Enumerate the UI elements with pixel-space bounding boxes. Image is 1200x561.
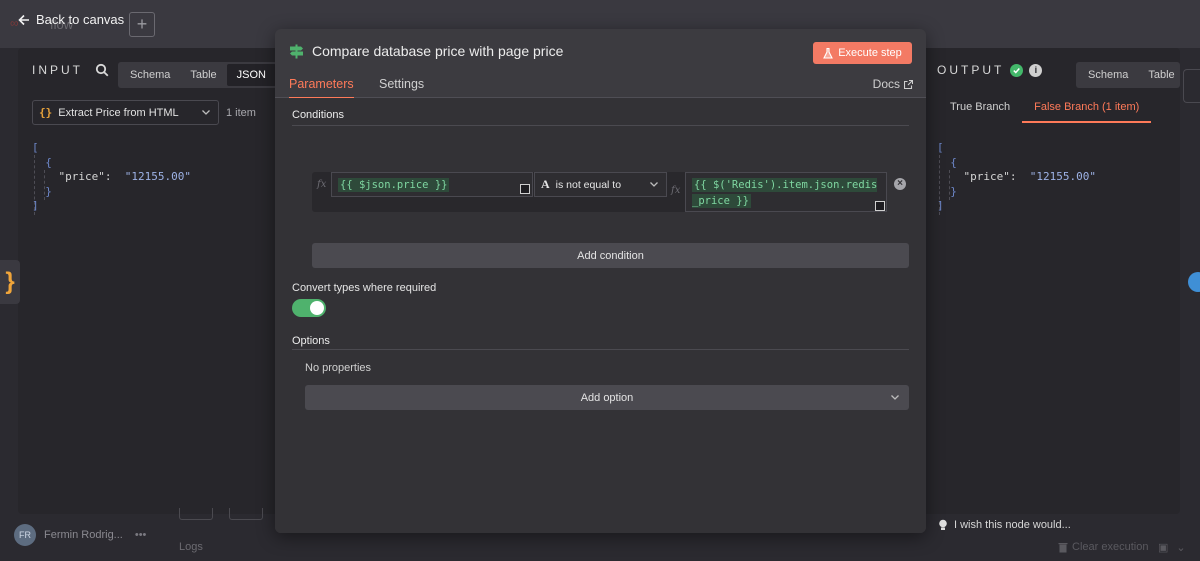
zoom-in-button[interactable] xyxy=(229,508,263,520)
tab-json[interactable]: JSON xyxy=(226,64,276,86)
output-view-switch: Schema Table xyxy=(1076,62,1180,88)
json-key: "price": xyxy=(58,170,112,183)
input-view-switch: Schema Table JSON xyxy=(118,62,278,88)
clear-execution-label: Clear execution xyxy=(1072,541,1149,553)
more-icon[interactable]: ••• xyxy=(135,529,147,541)
node-header: Compare database price with page price xyxy=(289,43,563,59)
lightbulb-icon xyxy=(939,519,947,530)
output-title: OUTPUT xyxy=(937,63,1005,77)
branch-tabs: True Branch False Branch (1 item) xyxy=(938,98,1152,123)
avatar: FR xyxy=(14,524,36,546)
tab-schema[interactable]: Schema xyxy=(120,64,180,86)
clear-execution-button[interactable]: Clear execution xyxy=(1058,541,1148,553)
fx-icon: fx xyxy=(671,185,681,196)
tab-table[interactable]: Table xyxy=(180,64,226,86)
json-value: "12155.00" xyxy=(124,170,191,183)
input-item-count: 1 item xyxy=(226,107,256,119)
chevron-down-icon xyxy=(650,182,658,187)
conditions-title: Conditions xyxy=(292,109,344,121)
no-properties-text: No properties xyxy=(305,362,372,374)
arrow-left-icon xyxy=(18,14,29,25)
output-json-view: [ { "price": "12155.00" } ] xyxy=(937,141,1096,212)
left-value-input[interactable]: {{ $json.price }} xyxy=(331,172,533,197)
info-icon[interactable]: i xyxy=(1029,63,1043,77)
user-name: Fermin Rodrig... xyxy=(44,529,123,541)
back-to-canvas-button[interactable]: Back to canvas xyxy=(18,12,124,27)
right-value-input[interactable]: {{ $('Redis').item.json.redis_price }} xyxy=(685,172,887,212)
next-node-handle[interactable] xyxy=(1183,69,1200,103)
json-key: "price": xyxy=(963,170,1017,183)
tab-schema[interactable]: Schema xyxy=(1078,64,1138,86)
add-option-label: Add option xyxy=(580,391,634,404)
add-condition-button[interactable]: Add condition xyxy=(312,243,909,268)
fx-icon: fx xyxy=(317,179,327,190)
next-node-icon[interactable] xyxy=(1188,272,1200,292)
zoom-to-fit-button[interactable] xyxy=(179,508,213,520)
remove-condition-icon[interactable]: × xyxy=(894,178,906,190)
parameter-tabs: Parameters Settings Docs xyxy=(275,73,926,99)
execute-step-label: Execute step xyxy=(838,47,902,59)
expand-icon[interactable] xyxy=(875,201,885,211)
input-title: INPUT xyxy=(32,63,83,77)
tab-table[interactable]: Table xyxy=(1138,64,1180,86)
execute-step-button[interactable]: Execute step xyxy=(813,42,912,64)
expand-icon[interactable] xyxy=(520,184,530,194)
convert-types-toggle[interactable] xyxy=(292,299,326,317)
options-title: Options xyxy=(292,335,330,347)
add-option-button[interactable]: Add option xyxy=(305,385,909,410)
docs-link[interactable]: Docs xyxy=(873,77,913,91)
chevron-down-icon xyxy=(891,395,899,400)
tab-parameters[interactable]: Parameters xyxy=(289,77,354,99)
operator-select[interactable]: A is not equal to xyxy=(534,172,667,197)
code-node-icon: {} xyxy=(39,106,53,119)
feedback-label: I wish this node would... xyxy=(954,519,1071,531)
flask-icon xyxy=(823,47,834,59)
node-parameters-panel: Compare database price with page price E… xyxy=(275,29,926,533)
add-node-button[interactable]: + xyxy=(129,12,155,37)
left-value-expression: {{ $json.price }} xyxy=(338,177,450,192)
chevron-down-icon xyxy=(202,110,210,115)
input-node-name: Extract Price from HTML xyxy=(58,106,179,119)
right-value-expression: {{ $('Redis').item.json.redis_price }} xyxy=(692,178,878,208)
divider xyxy=(292,349,909,350)
condition-row: fx {{ $json.price }} A is not equal to f… xyxy=(312,172,887,212)
parameters-body: Conditions fx {{ $json.price }} A is not… xyxy=(275,98,926,533)
feedback-link[interactable]: I wish this node would... xyxy=(938,519,1071,531)
output-panel-header: OUTPUT i xyxy=(937,63,1043,77)
operator-label: is not equal to xyxy=(555,178,622,191)
if-node-icon xyxy=(290,44,303,58)
code-node-icon[interactable]: } xyxy=(0,260,20,304)
pop-out-icon[interactable]: ▣ xyxy=(1158,541,1168,554)
input-panel-header: INPUT xyxy=(32,63,109,77)
node-title[interactable]: Compare database price with page price xyxy=(312,43,563,59)
user-menu[interactable]: FR Fermin Rodrig... ••• xyxy=(14,524,146,546)
divider xyxy=(292,125,909,126)
external-link-icon xyxy=(904,79,913,89)
input-json-view: [ { "price": "12155.00" } ] xyxy=(32,141,191,212)
tab-settings[interactable]: Settings xyxy=(379,77,424,97)
docs-label: Docs xyxy=(872,77,900,91)
back-label: Back to canvas xyxy=(36,12,125,27)
logs-label[interactable]: Logs xyxy=(179,541,203,553)
log-actions: ▣ ⌄ xyxy=(1158,541,1186,554)
tab-false-branch[interactable]: False Branch (1 item) xyxy=(1022,98,1152,123)
string-type-icon: A xyxy=(541,177,550,191)
json-value: "12155.00" xyxy=(1029,170,1096,183)
search-icon[interactable] xyxy=(95,63,109,77)
tab-true-branch[interactable]: True Branch xyxy=(938,98,1022,123)
check-circle-icon xyxy=(1010,63,1024,77)
input-node-select[interactable]: {} Extract Price from HTML xyxy=(32,100,219,125)
trash-icon xyxy=(1058,542,1068,552)
chevron-down-icon[interactable]: ⌄ xyxy=(1176,541,1185,554)
convert-types-label: Convert types where required xyxy=(292,282,437,294)
